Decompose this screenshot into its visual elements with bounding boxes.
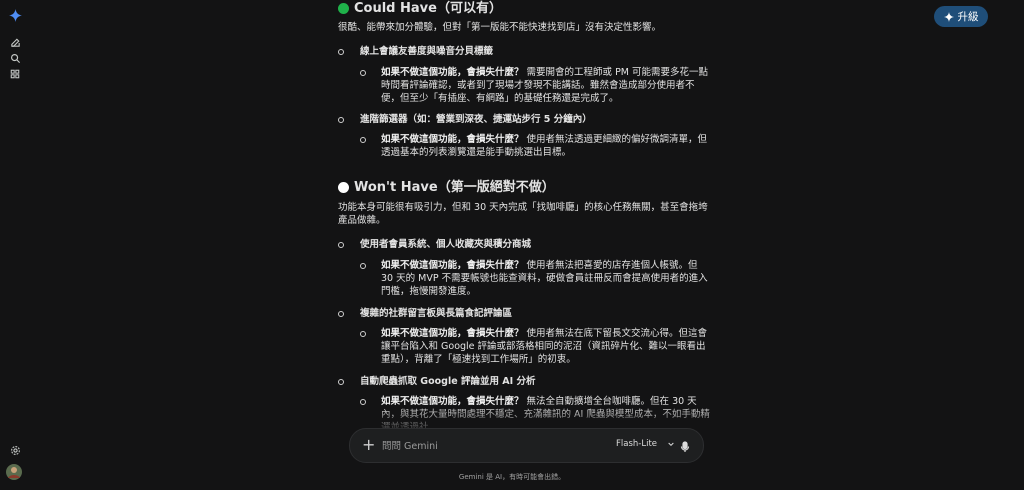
wont-have-heading: Won't Have（第一版絕對不做） — [338, 181, 555, 194]
upgrade-button[interactable]: 升級 — [934, 6, 988, 27]
apps-icon[interactable] — [8, 67, 22, 81]
bullet-icon — [338, 311, 344, 317]
green-circle-icon — [338, 3, 349, 14]
bullet-icon — [360, 137, 366, 143]
gemini-spark-icon[interactable] — [8, 8, 22, 22]
bullet-icon — [338, 242, 344, 248]
mic-icon[interactable] — [680, 438, 690, 457]
sparkle-icon — [943, 11, 954, 22]
new-chat-icon[interactable] — [8, 35, 22, 49]
prompt-bar[interactable]: + 問問 Gemini Flash-Lite — [349, 428, 704, 463]
wont-have-intro: 功能本身可能很有吸引力，但和 30 天內完成「找咖啡廳」的核心任務無關，甚至會拖… — [338, 202, 708, 226]
could-have-intro: 很酷、能帶來加分體驗，但對「第一版能不能快速找到店」沒有決定性影響。 — [338, 22, 662, 33]
model-selector[interactable]: Flash-Lite — [616, 439, 675, 449]
footer-disclaimer: Gemini 是 AI，有時可能會出錯。 — [458, 473, 566, 481]
search-icon[interactable] — [8, 51, 22, 65]
bullet-icon — [360, 263, 366, 269]
settings-icon[interactable] — [8, 443, 22, 457]
bullet-icon — [338, 379, 344, 385]
white-circle-icon — [338, 182, 349, 193]
could-have-heading: Could Have（可以有） — [338, 2, 502, 15]
sidebar — [0, 0, 30, 490]
bullet-icon — [338, 49, 344, 55]
plus-icon[interactable]: + — [362, 435, 375, 455]
prompt-input[interactable]: 問問 Gemini — [382, 438, 438, 452]
bullet-icon — [360, 70, 366, 76]
bullet-icon — [360, 331, 366, 337]
bullet-icon — [338, 117, 344, 123]
upgrade-label: 升級 — [957, 11, 979, 23]
chevron-down-icon — [668, 442, 674, 447]
